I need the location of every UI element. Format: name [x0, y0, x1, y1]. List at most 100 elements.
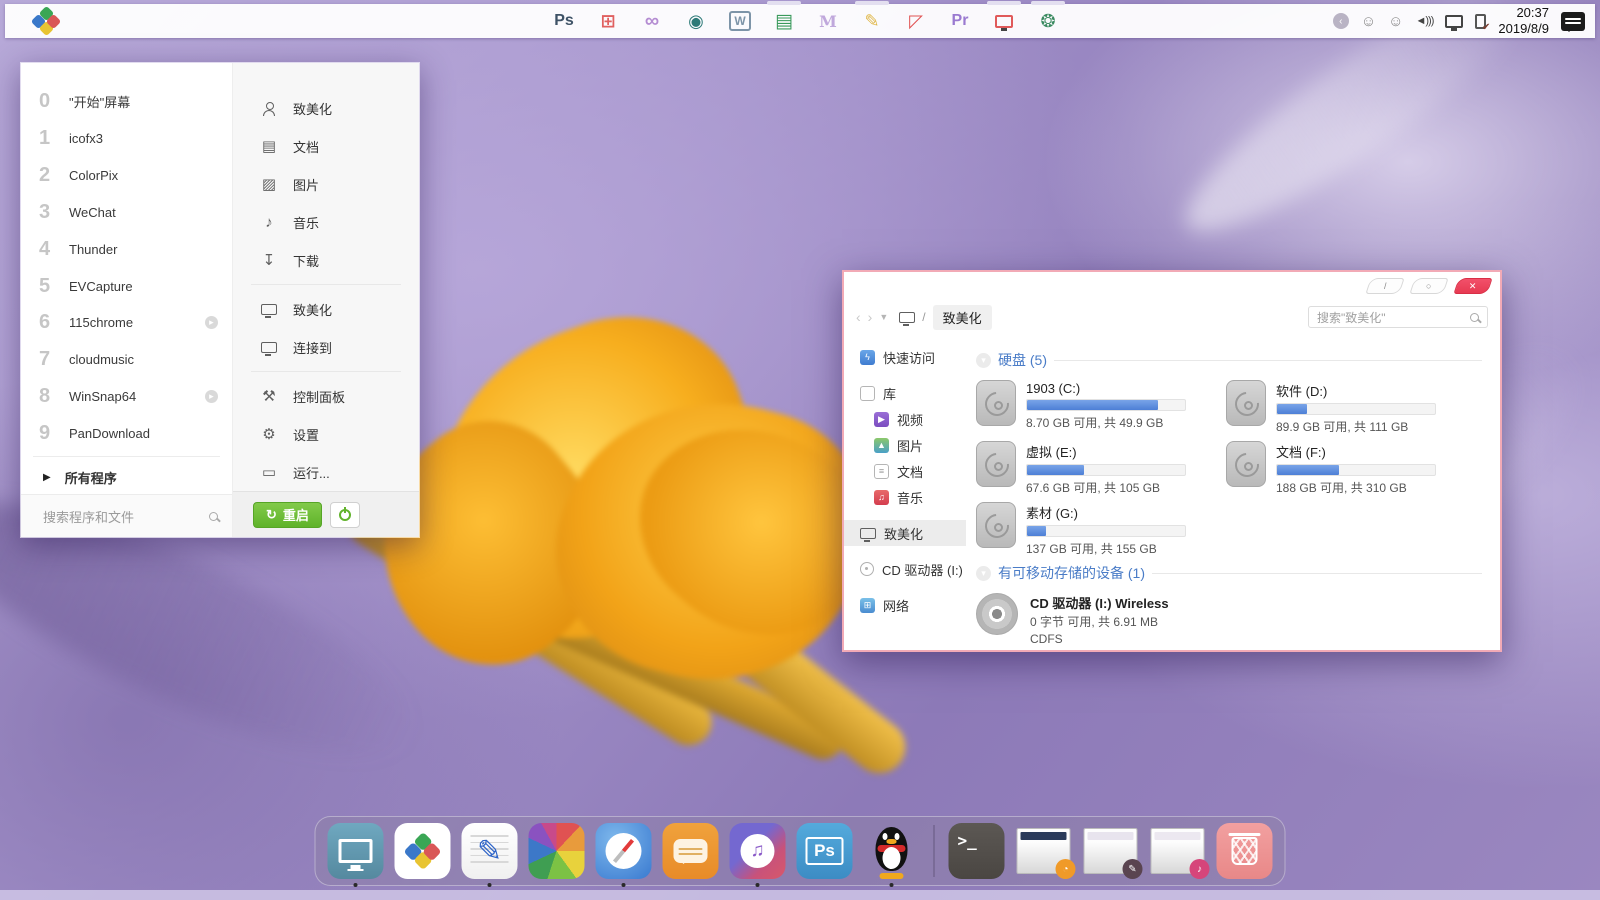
section-disks[interactable]: ▾ 硬盘 (5)	[976, 350, 1482, 370]
chat-bubble-glyph	[674, 839, 708, 863]
start-item-wechat[interactable]: 3 WeChat	[21, 194, 232, 231]
start-item-115chrome[interactable]: 6 115chrome ▸	[21, 305, 232, 342]
spreadsheet-icon[interactable]: ▤	[773, 8, 795, 34]
camera-app-icon[interactable]: ◉	[685, 8, 707, 34]
digit-icon: 5	[39, 275, 69, 298]
start-place-run[interactable]: ▭ 运行...	[233, 453, 419, 491]
sidebar-label: CD 驱动器 (I:)	[882, 560, 963, 579]
start-place-downloads[interactable]: ↧ 下载	[233, 241, 419, 279]
dock-safari-icon[interactable]	[596, 823, 652, 879]
dock-photoshop-icon[interactable]: Ps	[797, 823, 853, 879]
dock-zhimeihua-icon[interactable]	[395, 823, 451, 879]
start-search-input[interactable]: 搜索程序和文件	[21, 494, 232, 537]
section-removable[interactable]: ▾ 有可移动存储的设备 (1)	[976, 563, 1482, 583]
sidebar-documents[interactable]: ≡ 文档	[844, 458, 966, 484]
usb-device-icon[interactable]	[1475, 14, 1486, 29]
start-place-control-panel[interactable]: ⚒ 控制面板	[233, 377, 419, 415]
infinity-app-icon[interactable]: ∞	[641, 8, 663, 34]
start-item-start-screen[interactable]: 0 "开始"屏幕	[21, 83, 232, 120]
start-item-thunder[interactable]: 4 Thunder	[21, 231, 232, 268]
crown-app-icon[interactable]: M	[817, 8, 839, 34]
cd-drive-item[interactable]: CD 驱动器 (I:) Wireless 0 字节 可用, 共 6.91 MB …	[976, 593, 1482, 649]
drive-g[interactable]: 素材 (G:) 137 GB 可用, 共 155 GB	[976, 502, 1226, 557]
sidebar-pictures[interactable]: ▲ 图片	[844, 432, 966, 458]
dock-finder-icon[interactable]	[328, 823, 384, 879]
photoshop-icon[interactable]: Ps	[553, 8, 575, 34]
premiere-icon[interactable]: Pr	[949, 8, 971, 34]
drive-grid: 1903 (C:) 8.70 GB 可用, 共 49.9 GB 软件 (D:) …	[976, 380, 1482, 559]
recent-locations-dropdown[interactable]: ▼	[879, 312, 888, 322]
restart-button[interactable]: ↻ 重启	[253, 502, 322, 528]
sidebar-cd-drive[interactable]: CD 驱动器 (I:)	[844, 556, 966, 582]
start-item-evcapture[interactable]: 5 EVCapture	[21, 268, 232, 305]
sidebar-music[interactable]: ♫ 音乐	[844, 484, 966, 510]
drive-f[interactable]: 文档 (F:) 188 GB 可用, 共 310 GB	[1226, 441, 1476, 496]
drive-e[interactable]: 虚拟 (E:) 67.6 GB 可用, 共 105 GB	[976, 441, 1226, 496]
start-item-colorpix[interactable]: 2 ColorPix	[21, 157, 232, 194]
clock[interactable]: 20:37 2019/8/9	[1498, 5, 1549, 38]
zhimeihua-logo-icon[interactable]	[33, 8, 59, 34]
remote-app-icon[interactable]: ⊞	[597, 8, 619, 34]
start-place-connect-to[interactable]: 连接到	[233, 328, 419, 366]
dock-terminal-icon[interactable]: >_	[949, 823, 1005, 879]
dock-music-icon[interactable]: ♫	[730, 823, 786, 879]
expand-arrow-icon[interactable]: ▸	[205, 316, 218, 329]
start-place-computer[interactable]: 致美化	[233, 290, 419, 328]
globe-app-icon[interactable]: ❂	[1037, 8, 1059, 34]
word-icon[interactable]: W	[729, 11, 751, 31]
explorer-search-input[interactable]: 搜索"致美化"	[1308, 306, 1488, 328]
capacity-bar	[1026, 464, 1186, 476]
dock-messages-icon[interactable]	[663, 823, 719, 879]
qq-tray-icon[interactable]: ☺	[1361, 13, 1376, 30]
window-thumbnail: ✎	[1084, 828, 1138, 874]
expand-arrow-icon[interactable]: ▸	[205, 390, 218, 403]
collapse-icon[interactable]: ▾	[976, 353, 991, 368]
start-place-documents[interactable]: ▤ 文档	[233, 127, 419, 165]
dock-photos-icon[interactable]	[529, 823, 585, 879]
start-item-pandownload[interactable]: 9 PanDownload	[21, 415, 232, 452]
brush-app-icon[interactable]: ✎	[861, 8, 883, 34]
display-app-icon[interactable]	[993, 8, 1015, 34]
start-place-music[interactable]: ♪ 音乐	[233, 203, 419, 241]
start-item-winsnap64[interactable]: 8 WinSnap64 ▸	[21, 378, 232, 415]
drive-c[interactable]: 1903 (C:) 8.70 GB 可用, 共 49.9 GB	[976, 380, 1226, 435]
start-item-icofx3[interactable]: 1 icofx3	[21, 120, 232, 157]
volume-icon[interactable]: ◄)))	[1416, 15, 1434, 27]
forward-button[interactable]: ›	[868, 309, 873, 325]
start-place-user[interactable]: 致美化	[233, 89, 419, 127]
minimize-button[interactable]: /	[1365, 278, 1404, 294]
dock-notes-icon[interactable]: ✎	[462, 823, 518, 879]
power-button[interactable]	[330, 502, 360, 528]
qq-tray-icon-2[interactable]: ☺	[1388, 13, 1403, 30]
sidebar-this-pc[interactable]: 致美化	[844, 520, 966, 546]
running-dot	[622, 883, 626, 887]
capture-app-icon[interactable]: ◸	[905, 8, 927, 34]
close-button[interactable]: ✕	[1453, 278, 1492, 294]
dock-minimized-window-3[interactable]: ♪	[1150, 823, 1206, 879]
maximize-button[interactable]: ○	[1409, 278, 1448, 294]
capacity-bar	[1276, 464, 1436, 476]
start-place-pictures[interactable]: ▨ 图片	[233, 165, 419, 203]
explorer-content: ▾ 硬盘 (5) 1903 (C:) 8.70 GB 可用, 共 49.9 GB	[966, 336, 1500, 650]
show-hidden-icons-button[interactable]: ‹	[1333, 13, 1349, 29]
start-item-cloudmusic[interactable]: 7 cloudmusic	[21, 341, 232, 378]
drive-d[interactable]: 软件 (D:) 89.9 GB 可用, 共 111 GB	[1226, 380, 1476, 435]
start-place-settings[interactable]: ⚙ 设置	[233, 415, 419, 453]
sidebar-library[interactable]: 库	[844, 380, 966, 406]
breadcrumb[interactable]: 致美化	[933, 305, 992, 330]
network-icon[interactable]	[1445, 15, 1463, 28]
sidebar-network[interactable]: ⊞ 网络	[844, 592, 966, 618]
dock-qq-icon[interactable]	[864, 823, 920, 879]
back-button[interactable]: ‹	[856, 309, 861, 325]
all-programs-button[interactable]: ▶ 所有程序	[21, 461, 232, 494]
sidebar-quick-access[interactable]: ϟ 快速访问	[844, 344, 966, 370]
drive-info: 89.9 GB 可用, 共 111 GB	[1276, 418, 1436, 435]
clock-time: 20:37	[1498, 5, 1549, 21]
dock-trash-icon[interactable]	[1217, 823, 1273, 879]
collapse-icon[interactable]: ▾	[976, 566, 991, 581]
digit-icon: 6	[39, 311, 69, 334]
sidebar-videos[interactable]: ▶ 视频	[844, 406, 966, 432]
notification-center-icon[interactable]	[1561, 12, 1585, 31]
dock-minimized-window-2[interactable]: ✎	[1083, 823, 1139, 879]
dock-minimized-window-1[interactable]: ◔	[1016, 823, 1072, 879]
